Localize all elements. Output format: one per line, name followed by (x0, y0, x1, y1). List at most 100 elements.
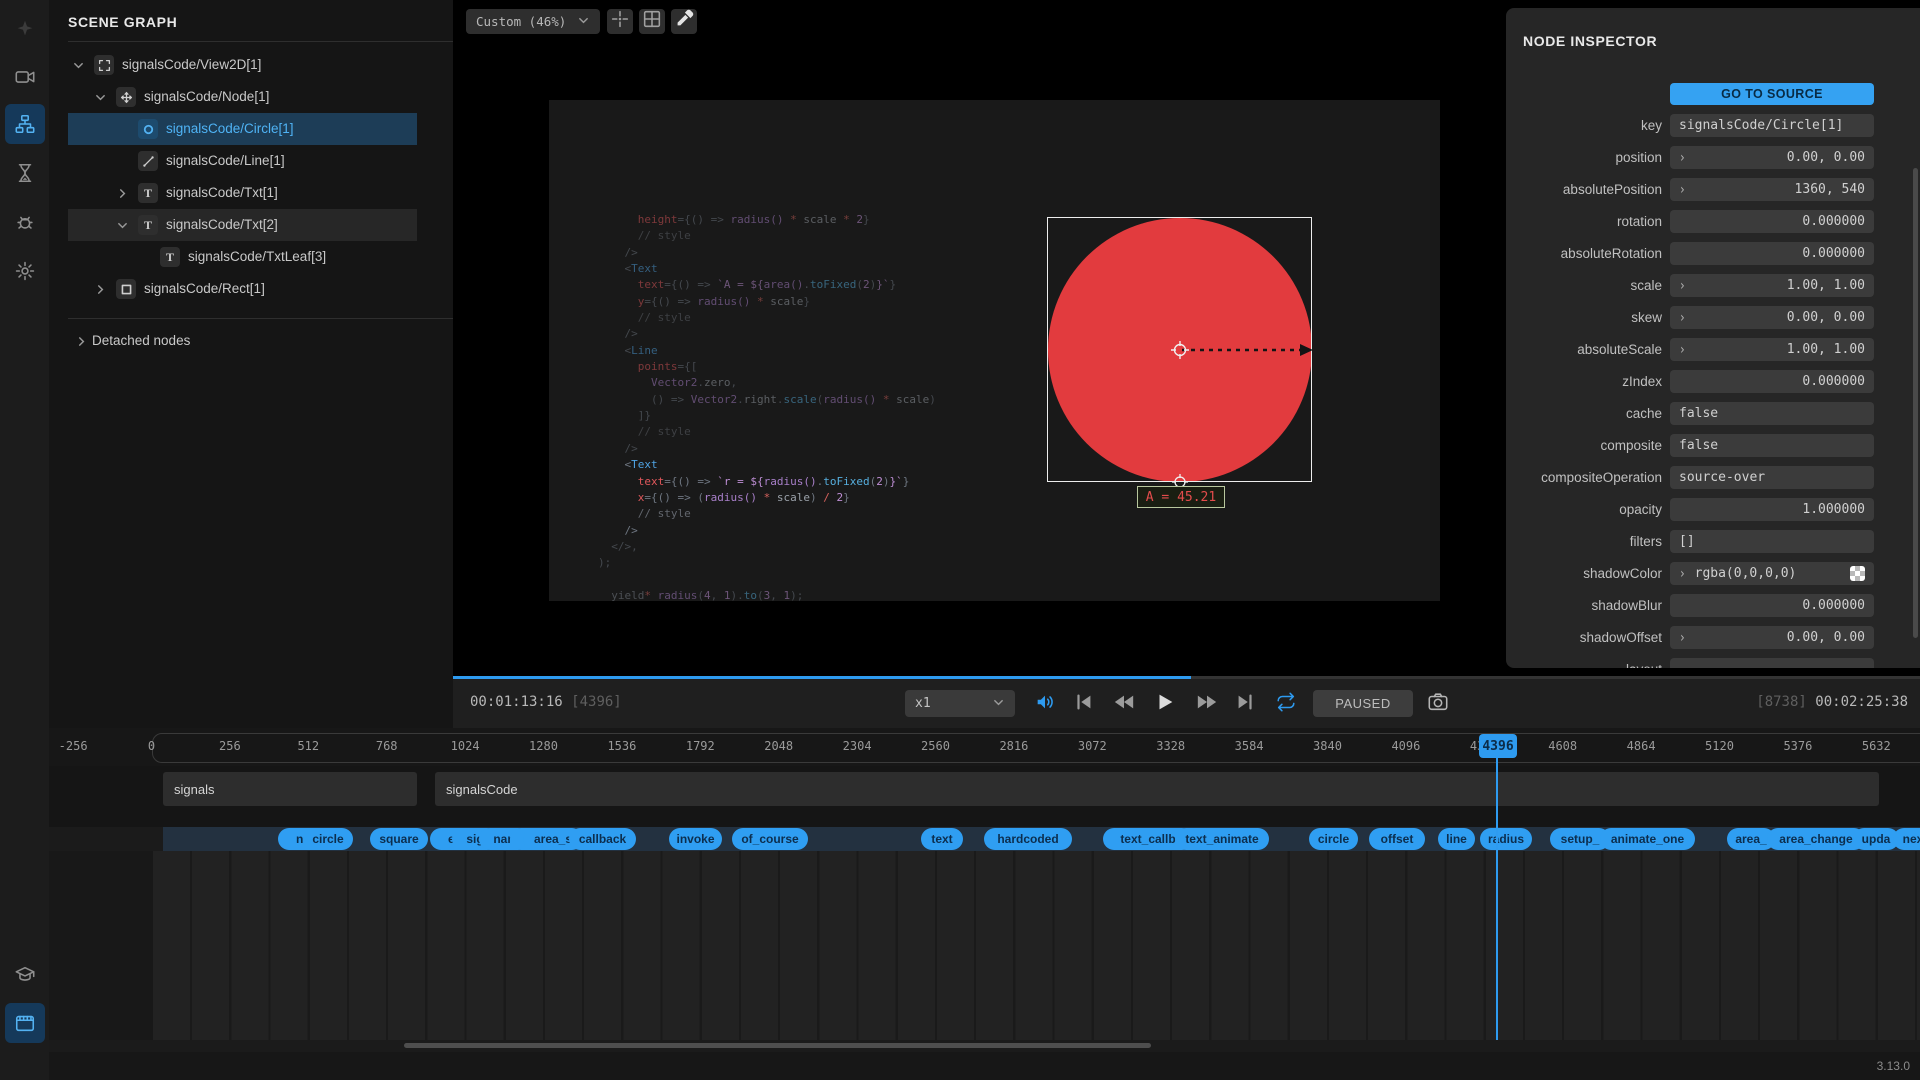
chevron-down-icon[interactable] (94, 91, 107, 104)
text-node-icon: T (160, 247, 180, 267)
rail-bug-icon[interactable] (5, 202, 45, 242)
scene-box-signals[interactable]: signals (163, 772, 417, 806)
tree-node-txtleaf-3-[interactable]: TsignalsCode/TxtLeaf[3] (68, 241, 417, 273)
rail-hourglass-icon[interactable] (5, 153, 45, 193)
property-field[interactable]: [] (1670, 530, 1874, 553)
expand-arrow-icon[interactable]: › (1679, 629, 1686, 646)
timeline-event-animate_one[interactable]: animate_one (1600, 828, 1695, 850)
playhead-line[interactable] (1496, 757, 1498, 1040)
property-field[interactable]: ›1360, 540 (1670, 178, 1874, 201)
property-field[interactable]: 1.000000 (1670, 498, 1874, 521)
timeline-event-text[interactable]: text (921, 828, 963, 850)
playhead-frame-badge[interactable]: 4396 (1479, 734, 1517, 758)
rail-graduation-cap-icon[interactable] (5, 955, 45, 995)
property-field[interactable]: ›0.00, 0.00 (1670, 146, 1874, 169)
property-value: 0.000000 (1679, 214, 1865, 229)
property-field[interactable]: 0.000000 (1670, 594, 1874, 617)
property-field[interactable]: signalsCode/Circle[1] (1670, 114, 1874, 137)
timeline-ruler[interactable]: -256025651276810241280153617922048230425… (49, 728, 1920, 766)
rewind-button[interactable] (1111, 691, 1137, 717)
expand-arrow-icon[interactable]: › (1679, 149, 1686, 166)
timeline-event-circle[interactable]: circle (1309, 828, 1358, 850)
property-label: filters (1630, 534, 1662, 549)
inspector-row-absoluteRotation: absoluteRotation 0.000000 (1506, 242, 1920, 265)
tree-node-node-1-[interactable]: signalsCode/Node[1] (68, 81, 417, 113)
timeline-event-invoke[interactable]: invoke (669, 828, 722, 850)
color-swatch[interactable] (1850, 566, 1865, 581)
property-field[interactable]: 0.000000 (1670, 242, 1874, 265)
property-field[interactable]: ›0.00, 0.00 (1670, 306, 1874, 329)
timeline-event-of_course[interactable]: of_course (732, 828, 808, 850)
property-field[interactable]: 0.000000 (1670, 370, 1874, 393)
property-label: compositeOperation (1541, 470, 1662, 485)
area-text-node[interactable]: A = 45.21 (1137, 486, 1225, 508)
tree-node-txt-2-[interactable]: TsignalsCode/Txt[2] (68, 209, 417, 241)
rail-scene-graph-icon[interactable] (5, 104, 45, 144)
timeline-event-text_animate[interactable]: text_animate (1175, 828, 1269, 850)
chevron-right-icon[interactable] (116, 187, 129, 200)
first-frame-button[interactable] (1071, 691, 1097, 717)
tree-node-circle-1-[interactable]: signalsCode/Circle[1] (68, 113, 417, 145)
timeline-event-radius[interactable]: radius (1480, 828, 1532, 850)
tree-node-line-1-[interactable]: signalsCode/Line[1] (68, 145, 417, 177)
property-field[interactable]: source-over (1670, 466, 1874, 489)
expand-arrow-icon[interactable]: › (1679, 341, 1686, 358)
property-label: absoluteRotation (1561, 246, 1662, 261)
property-field[interactable]: false (1670, 434, 1874, 457)
property-field[interactable] (1670, 658, 1874, 668)
center-view-button[interactable] (607, 9, 633, 34)
chevron-down-icon[interactable] (116, 219, 129, 232)
tree-node-view2d-1-[interactable]: signalsCode/View2D[1] (68, 49, 417, 81)
chevron-right-icon[interactable] (75, 335, 88, 348)
rail-camera-icon[interactable] (5, 57, 45, 97)
rail-gear-icon[interactable] (5, 251, 45, 291)
zoom-level-label: Custom (46%) (476, 14, 566, 29)
scene-box-signalsCode[interactable]: signalsCode (435, 772, 1879, 806)
timeline-event-area_change[interactable]: area_change (1767, 828, 1865, 850)
timeline-event-nex[interactable]: nex (1893, 828, 1920, 850)
screenshot-button[interactable] (1425, 691, 1451, 717)
expand-arrow-icon[interactable]: › (1679, 309, 1686, 326)
speed-label: x1 (915, 696, 931, 711)
timeline-event-callback[interactable]: callback (569, 828, 636, 850)
property-field[interactable]: ›rgba(0,0,0,0) (1670, 562, 1874, 585)
fast-forward-button[interactable] (1194, 691, 1220, 717)
inspector-scrollbar[interactable] (1913, 168, 1918, 638)
loop-button[interactable] (1273, 691, 1299, 717)
motion-canvas-editor: SCENE GRAPH signalsCode/View2D[1]signals… (0, 0, 1920, 1080)
go-to-source-button[interactable]: GO TO SOURCE (1670, 83, 1874, 105)
timeline-event-circle[interactable]: circle (303, 828, 353, 850)
timeline-event-hardcoded[interactable]: hardcoded (984, 828, 1072, 850)
chevron-down-icon (992, 696, 1005, 712)
property-field[interactable]: ›1.00, 1.00 (1670, 274, 1874, 297)
timeline-event-square[interactable]: square (370, 828, 428, 850)
volume-button[interactable] (1032, 691, 1058, 717)
grid-toggle-button[interactable] (639, 9, 665, 34)
chevron-right-icon[interactable] (94, 283, 107, 296)
detached-nodes-row[interactable]: Detached nodes (68, 325, 417, 357)
timeline-event-offset[interactable]: offset (1369, 828, 1425, 850)
divider (68, 318, 453, 319)
last-frame-button[interactable] (1232, 691, 1258, 717)
zoom-level-dropdown[interactable]: Custom (46%) (466, 9, 600, 34)
chevron-down-icon[interactable] (72, 59, 85, 72)
rail-logo-icon[interactable] (5, 9, 45, 49)
expand-arrow-icon[interactable]: › (1679, 565, 1686, 582)
tree-node-rect-1-[interactable]: signalsCode/Rect[1] (68, 273, 417, 305)
tree-node-txt-1-[interactable]: TsignalsCode/Txt[1] (68, 177, 417, 209)
property-field[interactable]: ›1.00, 1.00 (1670, 338, 1874, 361)
timeline-horizontal-scrollbar[interactable] (404, 1043, 1151, 1048)
inspector-row-cache: cachefalse (1506, 402, 1920, 425)
property-field[interactable]: false (1670, 402, 1874, 425)
rail-film-icon[interactable] (5, 1003, 45, 1043)
property-field[interactable]: 0.000000 (1670, 210, 1874, 233)
playback-speed-dropdown[interactable]: x1 (905, 690, 1015, 717)
expand-arrow-icon[interactable]: › (1679, 181, 1686, 198)
color-picker-button[interactable] (671, 9, 697, 34)
rewind-icon (1113, 691, 1135, 718)
property-label: layout (1626, 662, 1662, 668)
property-field[interactable]: ›0.00, 0.00 (1670, 626, 1874, 649)
timeline-event-line[interactable]: line (1438, 828, 1475, 850)
expand-arrow-icon[interactable]: › (1679, 277, 1686, 294)
play-button[interactable] (1152, 691, 1178, 717)
